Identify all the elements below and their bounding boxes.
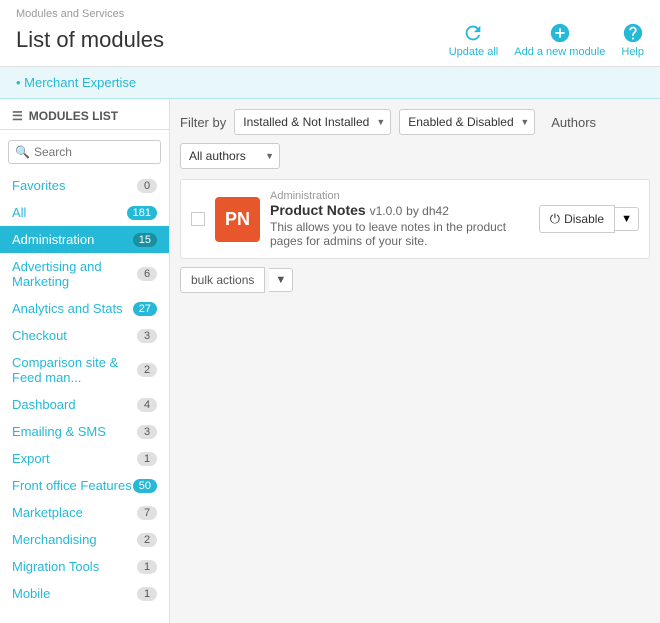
bulk-actions-label: bulk actions [191,273,254,287]
module-logo-initials: PN [225,209,250,230]
help-button[interactable]: Help [621,22,644,58]
sidebar-item-label: Analytics and Stats [12,301,133,316]
help-label: Help [621,46,644,58]
sidebar-item-dashboard[interactable]: Dashboard4 [0,391,169,418]
module-name: Product Notes v1.0.0 by dh42 [270,202,529,218]
refresh-icon [462,22,484,44]
bulk-actions: bulk actions ▼ [180,267,650,293]
sidebar-item-badge: 15 [133,233,157,247]
sidebar-item-badge: 27 [133,302,157,316]
sidebar-header: ☰ MODULES LIST [0,99,169,130]
sidebar-item-label: Administration [12,232,133,247]
disable-label: Disable [564,212,604,226]
sidebar-item-badge: 3 [137,425,157,439]
install-filter[interactable]: Installed & Not Installed [234,109,391,135]
status-filter-wrapper[interactable]: Enabled & Disabled [399,109,535,135]
sidebar-item-badge: 6 [137,267,157,281]
sidebar-item-badge: 181 [127,206,157,220]
sidebar-item-label: Advertising and Marketing [12,259,137,289]
authors-filter-wrapper[interactable]: All authors [180,143,280,169]
update-all-button[interactable]: Update all [449,22,499,58]
disable-button[interactable]: ⏻ Disable [539,205,615,233]
sidebar-item-analytics[interactable]: Analytics and Stats27 [0,295,169,322]
content-area: ☰ MODULES LIST 🔍 Favorites0All181Adminis… [0,99,660,623]
sidebar-item-label: Export [12,451,137,466]
module-version: v1.0.0 [370,204,403,218]
sidebar-item-merchandising[interactable]: Merchandising2 [0,526,169,553]
list-icon: ☰ [12,109,23,123]
page-title: List of modules [16,27,164,53]
sidebar-item-export[interactable]: Export1 [0,445,169,472]
status-filter[interactable]: Enabled & Disabled [399,109,535,135]
sidebar-item-badge: 0 [137,179,157,193]
sidebar-item-checkout[interactable]: Checkout3 [0,322,169,349]
sidebar-item-badge: 2 [137,363,157,377]
sidebar-item-label: Emailing & SMS [12,424,137,439]
sidebar-item-marketplace[interactable]: Marketplace7 [0,499,169,526]
sidebar-item-badge: 4 [137,398,157,412]
bulk-actions-button[interactable]: bulk actions [180,267,265,293]
sidebar-item-administration[interactable]: Administration15 [0,226,169,253]
sidebar-item-label: Mobile [12,586,137,601]
header-actions: Update all Add a new module Help [449,22,644,58]
sidebar-item-badge: 7 [137,506,157,520]
module-category: Administration [270,190,529,202]
update-all-label: Update all [449,46,499,58]
sidebar-item-label: Checkout [12,328,137,343]
sidebar-item-badge: 3 [137,329,157,343]
sidebar-items-list: Favorites0All181Administration15Advertis… [0,172,169,607]
module-description: This allows you to leave notes in the pr… [270,220,529,248]
bulk-actions-dropdown[interactable]: ▼ [269,268,293,292]
help-icon [622,22,644,44]
merchant-bar-text: Merchant Expertise [24,75,136,90]
sidebar: ☰ MODULES LIST 🔍 Favorites0All181Adminis… [0,99,170,623]
sidebar-item-comparison[interactable]: Comparison site & Feed man...2 [0,349,169,391]
module-checkbox[interactable] [191,212,205,226]
add-module-button[interactable]: Add a new module [514,22,605,58]
authors-label: Authors [551,115,596,130]
sidebar-item-mobile[interactable]: Mobile1 [0,580,169,607]
filter-bar: Filter by Installed & Not Installed Enab… [180,109,650,169]
add-module-label: Add a new module [514,46,605,58]
filter-by-label: Filter by [180,115,226,130]
sidebar-item-badge: 50 [133,479,157,493]
sidebar-item-label: Front office Features [12,478,133,493]
sidebar-item-migration[interactable]: Migration Tools1 [0,553,169,580]
search-input[interactable] [34,145,154,159]
sidebar-item-front-office[interactable]: Front office Features50 [0,472,169,499]
disable-dropdown-button[interactable]: ▼ [615,207,639,231]
sidebar-item-label: Dashboard [12,397,137,412]
module-author: by dh42 [406,204,449,218]
sidebar-item-label: All [12,205,127,220]
sidebar-item-badge: 1 [137,587,157,601]
module-card: PN Administration Product Notes v1.0.0 b… [180,179,650,259]
disable-icon: ⏻ [550,211,560,227]
sidebar-item-label: Comparison site & Feed man... [12,355,137,385]
sidebar-item-emailing[interactable]: Emailing & SMS3 [0,418,169,445]
module-logo: PN [215,197,260,242]
merchant-bar[interactable]: Merchant Expertise [0,67,660,99]
sidebar-item-favorites[interactable]: Favorites0 [0,172,169,199]
sidebar-item-label: Merchandising [12,532,137,547]
search-icon: 🔍 [15,145,30,159]
sidebar-item-badge: 1 [137,560,157,574]
breadcrumb: Modules and Services [16,8,644,20]
sidebar-item-all[interactable]: All181 [0,199,169,226]
install-filter-wrapper[interactable]: Installed & Not Installed [234,109,391,135]
sidebar-item-label: Marketplace [12,505,137,520]
sidebar-header-label: MODULES LIST [29,109,118,123]
sidebar-item-advertising[interactable]: Advertising and Marketing6 [0,253,169,295]
header: Modules and Services List of modules Upd… [0,0,660,67]
module-actions: ⏻ Disable ▼ [539,205,639,233]
sidebar-item-label: Migration Tools [12,559,137,574]
sidebar-item-label: Favorites [12,178,137,193]
search-box[interactable]: 🔍 [8,140,161,164]
sidebar-item-badge: 2 [137,533,157,547]
authors-filter[interactable]: All authors [180,143,280,169]
plus-icon [549,22,571,44]
main-content: Filter by Installed & Not Installed Enab… [170,99,660,623]
sidebar-item-badge: 1 [137,452,157,466]
module-info: Administration Product Notes v1.0.0 by d… [270,190,529,248]
